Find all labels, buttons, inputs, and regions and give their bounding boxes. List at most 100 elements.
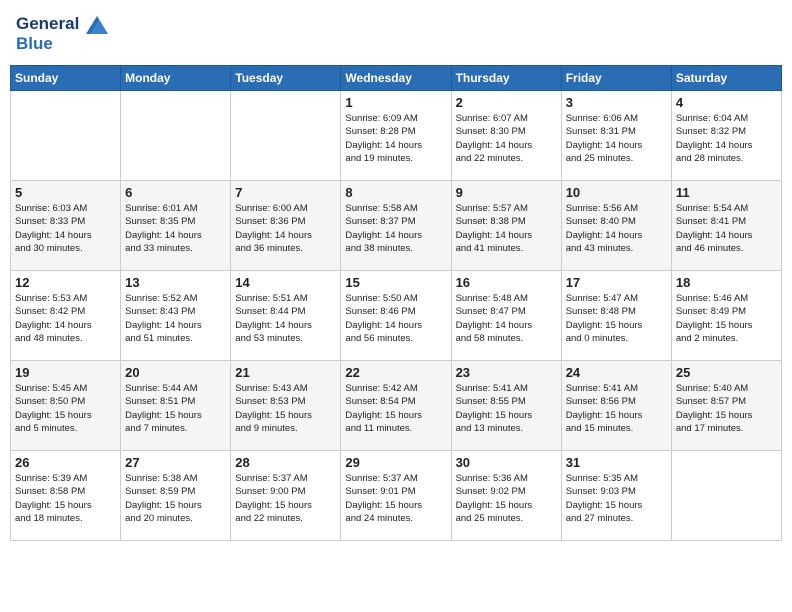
calendar-day-header: Monday <box>121 66 231 91</box>
day-number: 13 <box>125 275 226 290</box>
calendar-body: 1 Sunrise: 6:09 AM Sunset: 8:28 PM Daylig… <box>11 91 782 541</box>
day-info: Sunrise: 5:57 AM Sunset: 8:38 PM Dayligh… <box>456 202 557 255</box>
calendar-cell: 13 Sunrise: 5:52 AM Sunset: 8:43 PM Dayli… <box>121 271 231 361</box>
day-info: Sunrise: 5:47 AM Sunset: 8:48 PM Dayligh… <box>566 292 667 345</box>
day-info: Sunrise: 6:07 AM Sunset: 8:30 PM Dayligh… <box>456 112 557 165</box>
calendar-day-header: Tuesday <box>231 66 341 91</box>
day-number: 30 <box>456 455 557 470</box>
day-number: 9 <box>456 185 557 200</box>
day-number: 25 <box>676 365 777 380</box>
day-info: Sunrise: 6:03 AM Sunset: 8:33 PM Dayligh… <box>15 202 116 255</box>
day-info: Sunrise: 5:37 AM Sunset: 9:01 PM Dayligh… <box>345 472 446 525</box>
day-number: 7 <box>235 185 336 200</box>
calendar-cell: 1 Sunrise: 6:09 AM Sunset: 8:28 PM Daylig… <box>341 91 451 181</box>
calendar-cell: 28 Sunrise: 5:37 AM Sunset: 9:00 PM Dayli… <box>231 451 341 541</box>
calendar-day-header: Friday <box>561 66 671 91</box>
day-info: Sunrise: 5:42 AM Sunset: 8:54 PM Dayligh… <box>345 382 446 435</box>
calendar-week-row: 1 Sunrise: 6:09 AM Sunset: 8:28 PM Daylig… <box>11 91 782 181</box>
day-number: 23 <box>456 365 557 380</box>
day-info: Sunrise: 5:54 AM Sunset: 8:41 PM Dayligh… <box>676 202 777 255</box>
day-info: Sunrise: 5:58 AM Sunset: 8:37 PM Dayligh… <box>345 202 446 255</box>
day-number: 14 <box>235 275 336 290</box>
calendar-week-row: 19 Sunrise: 5:45 AM Sunset: 8:50 PM Dayli… <box>11 361 782 451</box>
calendar-cell: 9 Sunrise: 5:57 AM Sunset: 8:38 PM Daylig… <box>451 181 561 271</box>
day-info: Sunrise: 5:56 AM Sunset: 8:40 PM Dayligh… <box>566 202 667 255</box>
calendar-day-header: Saturday <box>671 66 781 91</box>
day-number: 28 <box>235 455 336 470</box>
day-number: 11 <box>676 185 777 200</box>
day-number: 6 <box>125 185 226 200</box>
day-info: Sunrise: 5:36 AM Sunset: 9:02 PM Dayligh… <box>456 472 557 525</box>
day-info: Sunrise: 5:43 AM Sunset: 8:53 PM Dayligh… <box>235 382 336 435</box>
day-number: 21 <box>235 365 336 380</box>
calendar-cell: 23 Sunrise: 5:41 AM Sunset: 8:55 PM Dayli… <box>451 361 561 451</box>
day-number: 1 <box>345 95 446 110</box>
calendar-cell: 12 Sunrise: 5:53 AM Sunset: 8:42 PM Dayli… <box>11 271 121 361</box>
day-info: Sunrise: 6:00 AM Sunset: 8:36 PM Dayligh… <box>235 202 336 255</box>
calendar-cell <box>121 91 231 181</box>
day-number: 31 <box>566 455 667 470</box>
calendar-cell: 30 Sunrise: 5:36 AM Sunset: 9:02 PM Dayli… <box>451 451 561 541</box>
calendar-cell: 25 Sunrise: 5:40 AM Sunset: 8:57 PM Dayli… <box>671 361 781 451</box>
day-number: 10 <box>566 185 667 200</box>
day-info: Sunrise: 6:09 AM Sunset: 8:28 PM Dayligh… <box>345 112 446 165</box>
day-number: 17 <box>566 275 667 290</box>
day-info: Sunrise: 5:46 AM Sunset: 8:49 PM Dayligh… <box>676 292 777 345</box>
calendar-day-header: Wednesday <box>341 66 451 91</box>
day-number: 26 <box>15 455 116 470</box>
logo: General Blue <box>16 14 108 53</box>
day-info: Sunrise: 5:41 AM Sunset: 8:56 PM Dayligh… <box>566 382 667 435</box>
calendar-cell: 3 Sunrise: 6:06 AM Sunset: 8:31 PM Daylig… <box>561 91 671 181</box>
calendar-cell <box>11 91 121 181</box>
day-info: Sunrise: 5:38 AM Sunset: 8:59 PM Dayligh… <box>125 472 226 525</box>
calendar-week-row: 5 Sunrise: 6:03 AM Sunset: 8:33 PM Daylig… <box>11 181 782 271</box>
calendar-cell: 10 Sunrise: 5:56 AM Sunset: 8:40 PM Dayli… <box>561 181 671 271</box>
day-number: 12 <box>15 275 116 290</box>
calendar-cell: 22 Sunrise: 5:42 AM Sunset: 8:54 PM Dayli… <box>341 361 451 451</box>
day-number: 22 <box>345 365 446 380</box>
day-info: Sunrise: 5:41 AM Sunset: 8:55 PM Dayligh… <box>456 382 557 435</box>
day-info: Sunrise: 6:04 AM Sunset: 8:32 PM Dayligh… <box>676 112 777 165</box>
logo-text: General Blue <box>16 14 108 53</box>
day-info: Sunrise: 6:06 AM Sunset: 8:31 PM Dayligh… <box>566 112 667 165</box>
calendar-cell: 26Sunrise: 5:39 AM Sunset: 8:58 PM Dayli… <box>11 451 121 541</box>
day-number: 4 <box>676 95 777 110</box>
calendar-week-row: 26Sunrise: 5:39 AM Sunset: 8:58 PM Dayli… <box>11 451 782 541</box>
calendar-week-row: 12 Sunrise: 5:53 AM Sunset: 8:42 PM Dayli… <box>11 271 782 361</box>
calendar-cell <box>231 91 341 181</box>
calendar-cell: 16 Sunrise: 5:48 AM Sunset: 8:47 PM Dayli… <box>451 271 561 361</box>
day-info: Sunrise: 5:48 AM Sunset: 8:47 PM Dayligh… <box>456 292 557 345</box>
calendar-cell: 6 Sunrise: 6:01 AM Sunset: 8:35 PM Daylig… <box>121 181 231 271</box>
day-number: 19 <box>15 365 116 380</box>
day-info: Sunrise: 5:37 AM Sunset: 9:00 PM Dayligh… <box>235 472 336 525</box>
day-number: 15 <box>345 275 446 290</box>
day-number: 20 <box>125 365 226 380</box>
day-number: 8 <box>345 185 446 200</box>
calendar-cell: 7 Sunrise: 6:00 AM Sunset: 8:36 PM Daylig… <box>231 181 341 271</box>
day-info: Sunrise: 5:45 AM Sunset: 8:50 PM Dayligh… <box>15 382 116 435</box>
logo-icon <box>86 16 108 34</box>
calendar-cell: 11 Sunrise: 5:54 AM Sunset: 8:41 PM Dayli… <box>671 181 781 271</box>
calendar-cell: 19 Sunrise: 5:45 AM Sunset: 8:50 PM Dayli… <box>11 361 121 451</box>
day-number: 18 <box>676 275 777 290</box>
day-info: Sunrise: 5:52 AM Sunset: 8:43 PM Dayligh… <box>125 292 226 345</box>
day-number: 3 <box>566 95 667 110</box>
calendar-cell: 18 Sunrise: 5:46 AM Sunset: 8:49 PM Dayli… <box>671 271 781 361</box>
calendar-cell: 27Sunrise: 5:38 AM Sunset: 8:59 PM Dayli… <box>121 451 231 541</box>
day-info: Sunrise: 5:50 AM Sunset: 8:46 PM Dayligh… <box>345 292 446 345</box>
calendar-cell: 21 Sunrise: 5:43 AM Sunset: 8:53 PM Dayli… <box>231 361 341 451</box>
day-number: 5 <box>15 185 116 200</box>
calendar-cell: 17 Sunrise: 5:47 AM Sunset: 8:48 PM Dayli… <box>561 271 671 361</box>
calendar-header-row: SundayMondayTuesdayWednesdayThursdayFrid… <box>11 66 782 91</box>
day-info: Sunrise: 5:40 AM Sunset: 8:57 PM Dayligh… <box>676 382 777 435</box>
day-info: Sunrise: 5:44 AM Sunset: 8:51 PM Dayligh… <box>125 382 226 435</box>
calendar-cell: 14 Sunrise: 5:51 AM Sunset: 8:44 PM Dayli… <box>231 271 341 361</box>
day-info: Sunrise: 5:53 AM Sunset: 8:42 PM Dayligh… <box>15 292 116 345</box>
day-info: Sunrise: 6:01 AM Sunset: 8:35 PM Dayligh… <box>125 202 226 255</box>
day-info: Sunrise: 5:35 AM Sunset: 9:03 PM Dayligh… <box>566 472 667 525</box>
day-info: Sunrise: 5:51 AM Sunset: 8:44 PM Dayligh… <box>235 292 336 345</box>
page-header: General Blue <box>10 10 782 57</box>
calendar-cell: 31 Sunrise: 5:35 AM Sunset: 9:03 PM Dayli… <box>561 451 671 541</box>
day-number: 16 <box>456 275 557 290</box>
day-number: 24 <box>566 365 667 380</box>
